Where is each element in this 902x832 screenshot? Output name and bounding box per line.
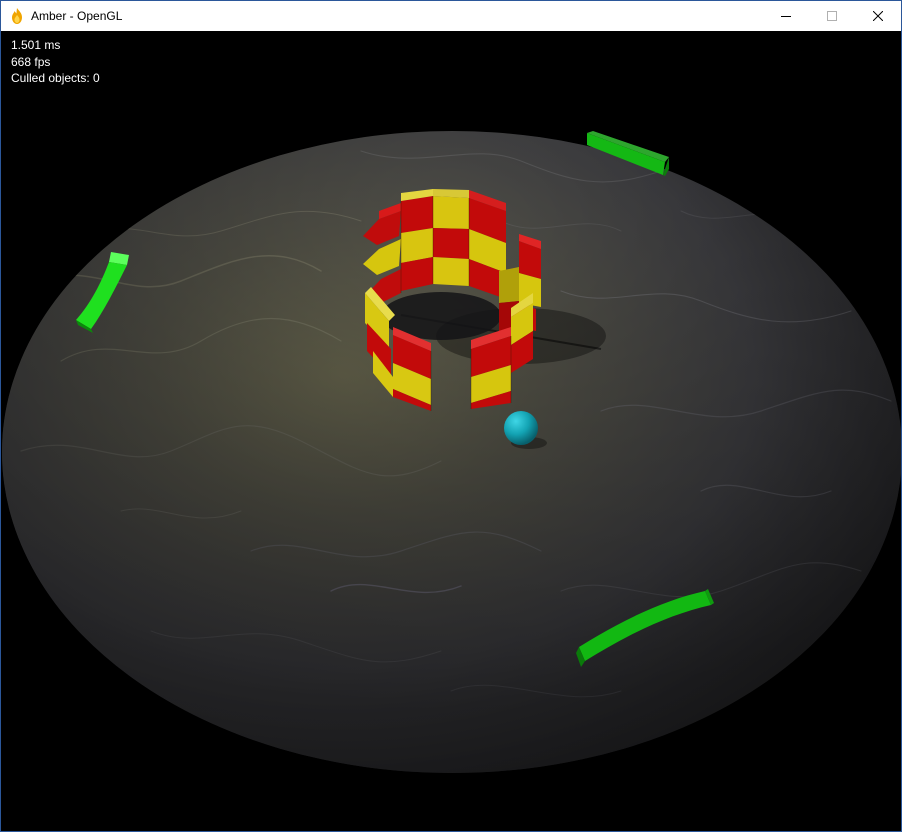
scene-canvas xyxy=(2,131,901,773)
close-button[interactable] xyxy=(855,1,901,31)
flame-icon xyxy=(10,8,24,24)
culled-objects-readout: Culled objects: 0 xyxy=(11,71,100,85)
close-icon xyxy=(873,11,883,21)
frame-time-readout: 1.501 ms xyxy=(11,38,61,52)
title-bar[interactable]: Amber - OpenGL xyxy=(1,1,901,31)
fps-readout: 668 fps xyxy=(11,54,51,69)
window-title: Amber - OpenGL xyxy=(31,9,123,23)
app-window: Amber - OpenGL 1.501 ms 668 fps Culled o… xyxy=(0,0,902,832)
maximize-icon xyxy=(827,11,837,21)
minimize-button[interactable] xyxy=(763,1,809,31)
performance-overlay: 1.501 ms 668 fps Culled objects: 0 xyxy=(11,37,100,87)
opengl-viewport[interactable]: 1.501 ms 668 fps Culled objects: 0 xyxy=(1,31,901,831)
minimize-icon xyxy=(781,11,791,21)
maximize-button[interactable] xyxy=(809,1,855,31)
